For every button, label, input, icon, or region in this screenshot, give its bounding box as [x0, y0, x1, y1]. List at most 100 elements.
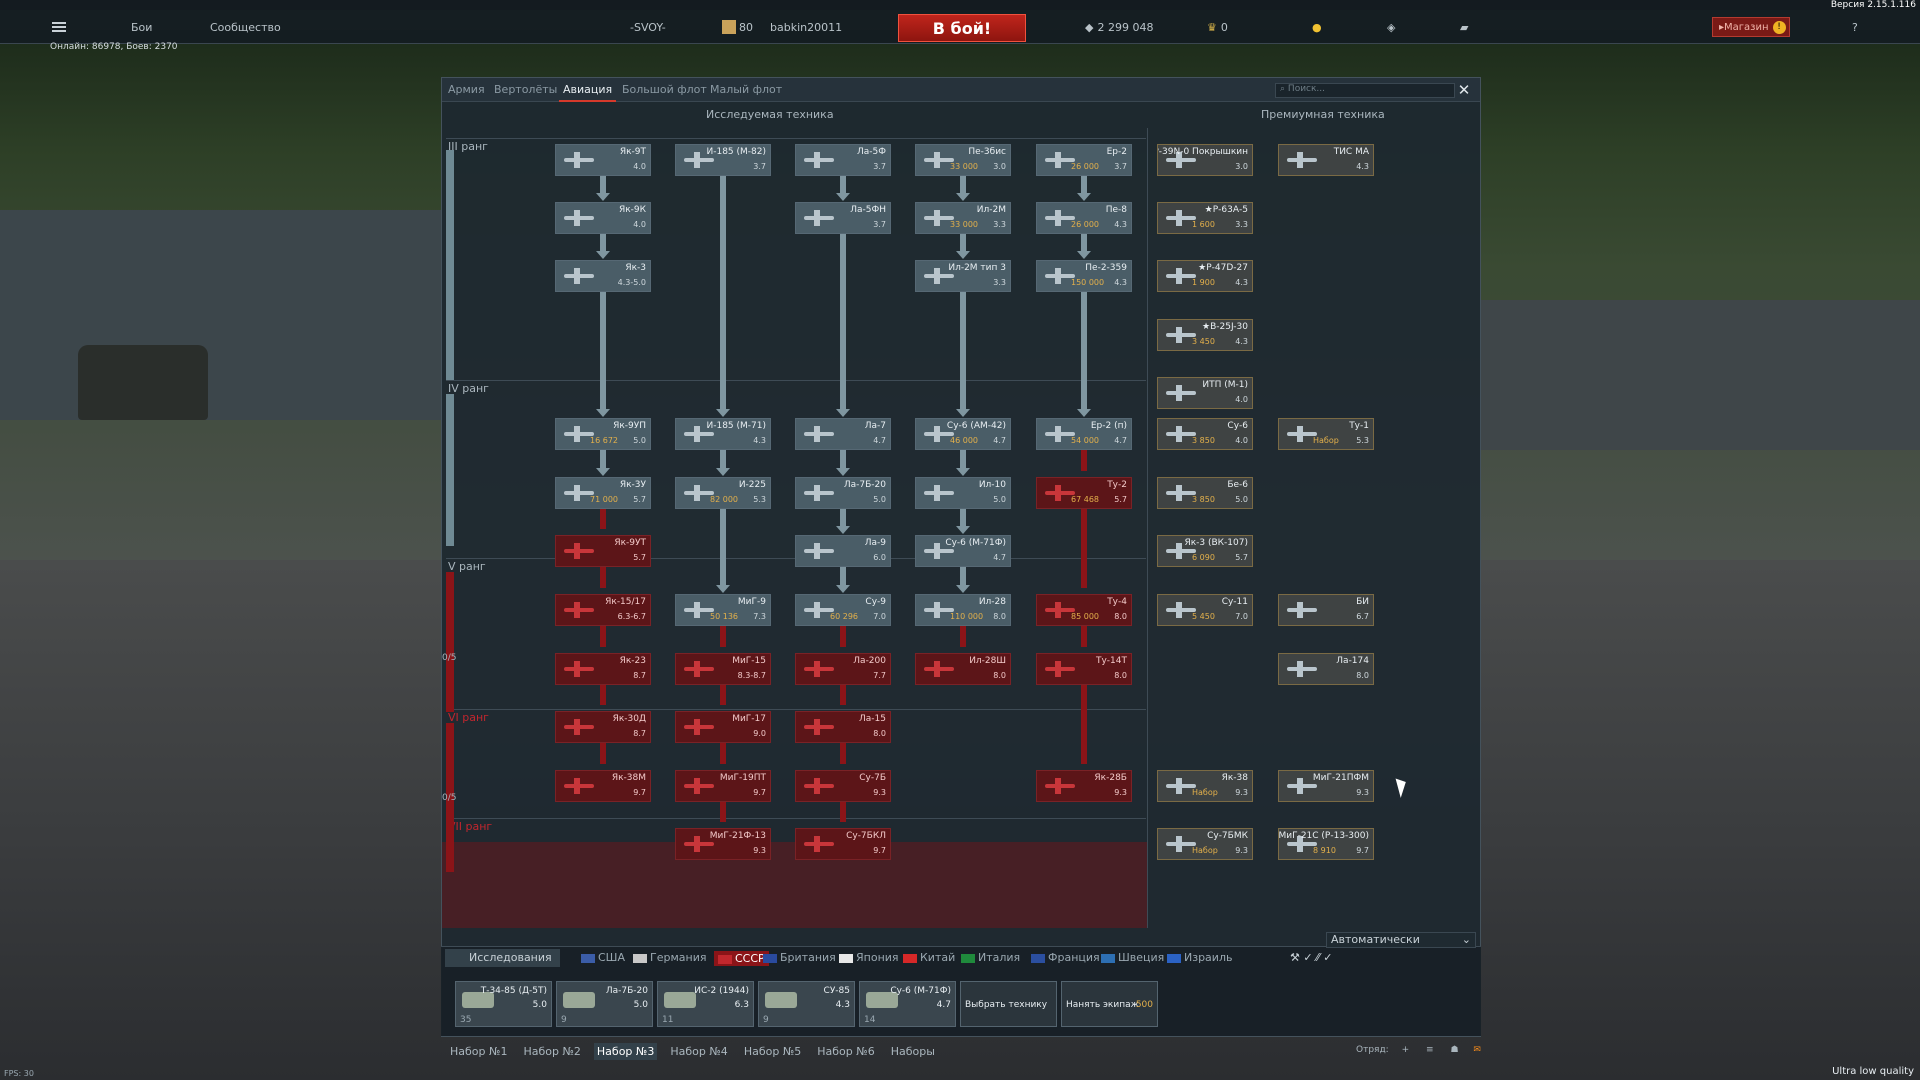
vehicle-card[interactable]: Як-3У 5.7 71 000	[555, 477, 651, 509]
mail-icon[interactable]: ✉	[1473, 1045, 1481, 1055]
vehicle-card[interactable]: Ер-2 3.7 26 000	[1036, 144, 1132, 176]
vehicle-card[interactable]: Ту-2 5.7 67 468	[1036, 477, 1132, 509]
hire-crew-button[interactable]: Нанять экипаж 500	[1061, 981, 1158, 1027]
nation-tab[interactable]: Китай	[903, 951, 955, 964]
vehicle-card[interactable]: Як-15/17 6.3-6.7	[555, 594, 651, 626]
vehicle-card[interactable]: Як-38 9.3 Набор	[1157, 770, 1253, 802]
vehicle-card[interactable]: МиГ-15 8.3-8.7	[675, 653, 771, 685]
close-icon[interactable]: ✕	[1456, 82, 1472, 98]
tab-army[interactable]: Армия	[448, 83, 485, 96]
vehicle-card[interactable]: Ту-14Т 8.0	[1036, 653, 1132, 685]
vehicle-card[interactable]: Ил-10 5.0	[915, 477, 1011, 509]
nation-tab[interactable]: Япония	[839, 951, 899, 964]
vehicle-card[interactable]: Су-6 4.0 3 850	[1157, 418, 1253, 450]
vehicle-card[interactable]: Ла-174 8.0	[1278, 653, 1374, 685]
nation-tab[interactable]: Италия	[961, 951, 1020, 964]
crew-slot[interactable]: Ла-7Б-20 5.0 9	[556, 981, 653, 1027]
vehicle-card[interactable]: Як-9УП 5.0 16 672	[555, 418, 651, 450]
player-nickname[interactable]: babkin20011	[770, 10, 842, 44]
vehicle-card[interactable]: Су-7БМК 9.3 Набор	[1157, 828, 1253, 860]
preset-tab[interactable]: Набор №1	[447, 1043, 510, 1060]
preset-tab[interactable]: Наборы	[888, 1043, 938, 1060]
select-vehicle-button[interactable]: Выбрать технику	[960, 981, 1057, 1027]
vehicle-card[interactable]: Ла-200 7.7	[795, 653, 891, 685]
vehicle-card[interactable]: ИТП (М-1) 4.0	[1157, 377, 1253, 409]
vehicle-card[interactable]: Ту-1 5.3 Набор	[1278, 418, 1374, 450]
vehicle-card[interactable]: МиГ-21С (Р-13-300) 9.7 8 910	[1278, 828, 1374, 860]
vehicle-card[interactable]: И-185 (М-82) 3.7	[675, 144, 771, 176]
contacts-icon[interactable]: ☗	[1450, 1045, 1458, 1055]
vehicle-card[interactable]: Су-7Б 9.3	[795, 770, 891, 802]
vehicle-card[interactable]: Бе-6 5.0 3 850	[1157, 477, 1253, 509]
warbond-icon[interactable]: ◈	[1387, 10, 1395, 44]
nation-tab[interactable]: Швеция	[1101, 951, 1164, 964]
vehicle-card[interactable]: Як-30Д 8.7	[555, 711, 651, 743]
vehicle-card[interactable]: Су-6 (М-71Ф) 4.7	[915, 535, 1011, 567]
vehicle-card[interactable]: Ла-15 8.0	[795, 711, 891, 743]
vehicle-card[interactable]: ТИС МА 4.3	[1278, 144, 1374, 176]
nation-tab[interactable]: США	[581, 951, 625, 964]
vehicle-card[interactable]: Ил-28Ш 8.0	[915, 653, 1011, 685]
shop-button[interactable]: ▸ Магазин!	[1712, 17, 1790, 37]
vehicle-card[interactable]: Су-9 7.0 60 296	[795, 594, 891, 626]
crew-slot[interactable]: СУ-85 4.3 9	[758, 981, 855, 1027]
preset-tab[interactable]: Набор №6	[814, 1043, 877, 1060]
lightbulb-icon[interactable]: ●	[1312, 10, 1322, 44]
preset-tab[interactable]: Набор №3	[593, 1042, 658, 1060]
items-icon[interactable]: ▰	[1460, 10, 1468, 44]
vehicle-card[interactable]: Як-9К 4.0	[555, 202, 651, 234]
vehicle-card[interactable]: Су-6 (АМ-42) 4.7 46 000	[915, 418, 1011, 450]
vehicle-card[interactable]: Ла-7Б-20 5.0	[795, 477, 891, 509]
auto-research-select[interactable]: Автоматически ⌄	[1326, 932, 1476, 948]
list-icon[interactable]: ≡	[1426, 1045, 1434, 1055]
vehicle-card[interactable]: ★В-25J-30 4.3 3 450	[1157, 319, 1253, 351]
nation-tab[interactable]: СССР	[714, 951, 769, 966]
search-input[interactable]: ⌕ Поиск...	[1275, 83, 1455, 98]
vehicle-card[interactable]: Су-11 7.0 5 450	[1157, 594, 1253, 626]
vehicle-card[interactable]: МиГ-21Ф-13 9.3	[675, 828, 771, 860]
tab-helicopters[interactable]: Вертолёты	[494, 83, 557, 96]
community-menu[interactable]: Сообщество	[210, 10, 281, 44]
nation-tab[interactable]: Израиль	[1167, 951, 1232, 964]
tab-aviation[interactable]: Авиация	[558, 83, 617, 102]
vehicle-card[interactable]: ★Р-63А-5 3.3 1 600	[1157, 202, 1253, 234]
crew-slot[interactable]: Т-34-85 (Д-5Т) 5.0 35	[455, 981, 552, 1027]
crew-slot[interactable]: Су-6 (М-71Ф) 4.7 14	[859, 981, 956, 1027]
vehicle-card[interactable]: Пе-8 4.3 26 000	[1036, 202, 1132, 234]
vehicle-card[interactable]: Як-9Т 4.0	[555, 144, 651, 176]
battles-menu[interactable]: Бои	[131, 10, 152, 44]
vehicle-card[interactable]: Як-3 (ВК-107) 5.7 6 090	[1157, 535, 1253, 567]
vehicle-card[interactable]: МиГ-9 7.3 50 136	[675, 594, 771, 626]
vehicle-card[interactable]: МиГ-17 9.0	[675, 711, 771, 743]
tab-bluewater-fleet[interactable]: Большой флот	[622, 83, 707, 96]
wrench-icon[interactable]: ⚒ ✓ ⁄⁄ ✓	[1290, 951, 1332, 964]
preset-tab[interactable]: Набор №5	[741, 1043, 804, 1060]
vehicle-card[interactable]: Як-9УТ 5.7	[555, 535, 651, 567]
preset-tab[interactable]: Набор №2	[520, 1043, 583, 1060]
vehicle-card[interactable]: Ту-4 8.0 85 000	[1036, 594, 1132, 626]
to-battle-button[interactable]: В бой!	[898, 14, 1026, 42]
vehicle-card[interactable]: МиГ-19ПТ 9.7	[675, 770, 771, 802]
nation-tab[interactable]: Франция	[1031, 951, 1100, 964]
nation-tab[interactable]: Британия	[763, 951, 836, 964]
vehicle-card[interactable]: Пе-2-359 4.3 150 000	[1036, 260, 1132, 292]
vehicle-card[interactable]: Ла-9 6.0	[795, 535, 891, 567]
vehicle-card[interactable]: Ер-2 (п) 4.7 54 000	[1036, 418, 1132, 450]
vehicle-card[interactable]: Як-38М 9.7	[555, 770, 651, 802]
vehicle-card[interactable]: Ил-2М тип 3 3.3	[915, 260, 1011, 292]
nation-tab[interactable]: Германия	[633, 951, 706, 964]
vehicle-card[interactable]: Су-7БКЛ 9.7	[795, 828, 891, 860]
preset-tab[interactable]: Набор №4	[667, 1043, 730, 1060]
tab-coastal-fleet[interactable]: Малый флот	[710, 83, 782, 96]
research-toggle[interactable]: Исследования	[445, 949, 560, 967]
menu-icon[interactable]	[52, 10, 74, 44]
vehicle-card[interactable]: Як-23 8.7	[555, 653, 651, 685]
help-icon[interactable]: ?	[1852, 10, 1858, 44]
vehicle-card[interactable]: И-225 5.3 82 000	[675, 477, 771, 509]
vehicle-card[interactable]: Ил-28 8.0 110 000	[915, 594, 1011, 626]
vehicle-card[interactable]: Як-3 4.3-5.0	[555, 260, 651, 292]
vehicle-card[interactable]: Ла-5Ф 3.7	[795, 144, 891, 176]
add-icon[interactable]: +	[1402, 1045, 1410, 1055]
vehicle-card[interactable]: БИ 6.7	[1278, 594, 1374, 626]
vehicle-card[interactable]: Як-28Б 9.3	[1036, 770, 1132, 802]
